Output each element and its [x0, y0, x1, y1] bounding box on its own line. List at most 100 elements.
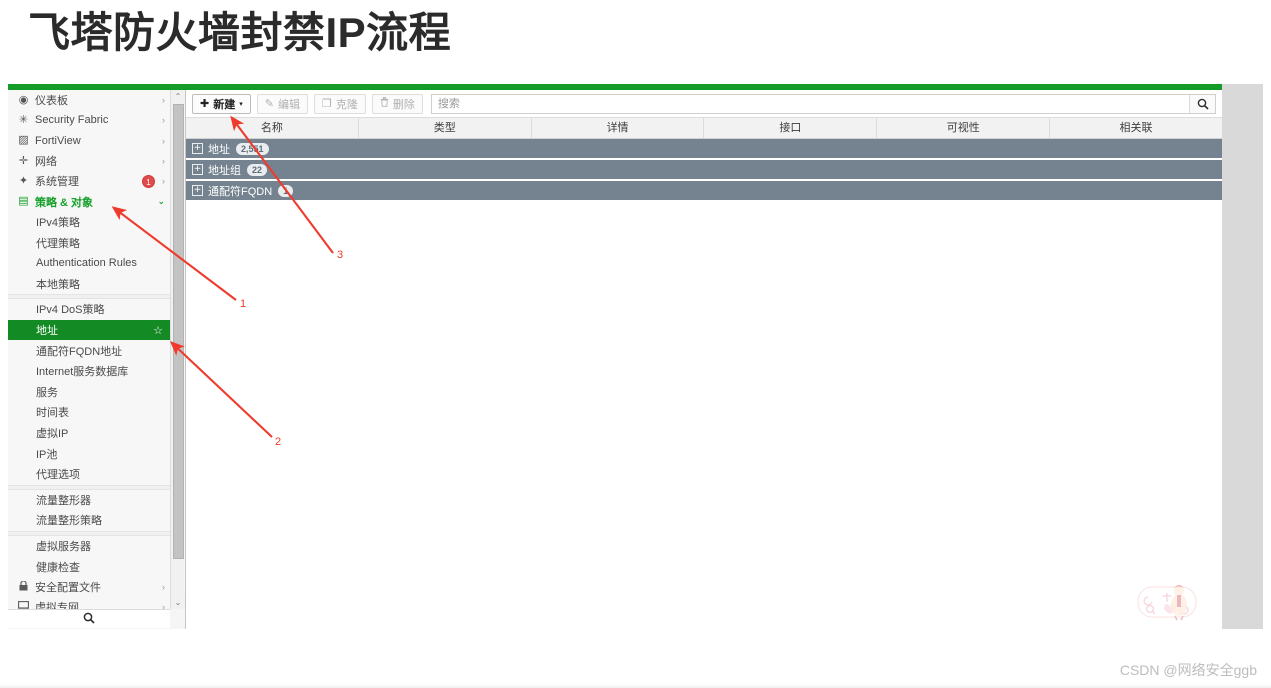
trash-icon-svg	[380, 97, 389, 107]
sidebar-item-authentication-rules[interactable]: Authentication Rules	[8, 252, 171, 274]
table-header-row: 名称 类型 详情 接口 可视性 相关联	[186, 118, 1222, 139]
sidebar-item-ipv4-dos-policy[interactable]: IPv4 DoS策略	[8, 299, 171, 320]
clone-icon: ❐	[321, 98, 332, 110]
column-header-details[interactable]: 详情	[532, 118, 705, 138]
scroll-up-icon[interactable]: ⌃	[171, 90, 185, 103]
expand-icon[interactable]: +	[192, 164, 203, 175]
sidebar-item-dashboard[interactable]: ◉ 仪表板 ›	[8, 90, 171, 111]
sidebar-item-label: 虚拟专网	[35, 602, 79, 609]
sidebar-item-label: 仪表板	[35, 95, 68, 108]
sidebar-item-schedule[interactable]: 时间表	[8, 402, 171, 423]
chevron-right-icon: ›	[162, 582, 165, 593]
star-icon[interactable]: ☆	[153, 324, 163, 337]
sidebar-item-security-fabric[interactable]: ✳ Security Fabric ›	[8, 110, 171, 131]
column-header-name[interactable]: 名称	[186, 118, 359, 138]
sidebar-item-local-policy[interactable]: 本地策略	[8, 273, 171, 295]
delete-button[interactable]: 删除	[371, 93, 423, 114]
sidebar-item-label: 虚拟服务器	[36, 540, 91, 553]
fortiview-icon: ▨	[18, 134, 29, 147]
table-row[interactable]: + 通配符FQDN 1	[186, 181, 1222, 202]
status-badge: 1	[142, 174, 155, 188]
page-bottom-edge	[0, 684, 1271, 688]
sidebar-item-security-profiles[interactable]: 安全配置文件 ›	[8, 576, 171, 598]
new-button-label: 新建	[213, 98, 236, 111]
sidebar-item-label: 地址	[36, 325, 58, 338]
sidebar-item-address[interactable]: 地址 ☆	[8, 319, 171, 341]
sidebar-item-internet-service-db[interactable]: Internet服务数据库	[8, 360, 171, 382]
scroll-down-icon[interactable]: ⌄	[171, 596, 185, 609]
sidebar-nav-scroll: ◉ 仪表板 › ✳ Security Fabric › ▨ FortiView …	[8, 90, 171, 609]
column-header-type[interactable]: 类型	[359, 118, 532, 138]
sidebar-item-label: 本地策略	[36, 278, 80, 291]
sidebar-item-ip-pool[interactable]: IP池	[8, 443, 171, 464]
csdn-watermark: CSDN @网络安全ggb	[1119, 662, 1257, 678]
table-row[interactable]: + 地址组 22	[186, 160, 1222, 181]
vpn-icon	[16, 601, 31, 609]
group-count-badge: 22	[247, 163, 268, 176]
sidebar-item-vpn[interactable]: 虚拟专网 ›	[8, 597, 171, 609]
chevron-down-icon: ⌄	[157, 196, 165, 207]
sidebar-item-label: 代理策略	[36, 237, 80, 250]
clone-button[interactable]: ❐ 克隆	[313, 93, 366, 114]
sidebar-item-ipv4-policy[interactable]: IPv4策略	[8, 211, 171, 233]
sidebar-search-button[interactable]	[8, 609, 170, 628]
sidebar-item-label: 系统管理	[35, 176, 79, 189]
sidebar-item-service[interactable]: 服务	[8, 381, 171, 403]
column-header-interface[interactable]: 接口	[704, 118, 878, 138]
scrollbar-thumb[interactable]	[173, 104, 184, 559]
sidebar-item-proxy-policy[interactable]: 代理策略	[8, 232, 171, 253]
trash-icon	[380, 97, 389, 110]
sidebar-item-network[interactable]: ✛ 网络 ›	[8, 150, 171, 172]
sidebar-item-system[interactable]: ✦ 系统管理 1 ›	[8, 171, 171, 192]
sidebar-item-traffic-shaper[interactable]: 流量整形器	[8, 489, 171, 511]
sidebar-item-proxy-options[interactable]: 代理选项	[8, 463, 171, 485]
group-label: 地址	[208, 143, 230, 156]
expand-icon[interactable]: +	[192, 143, 203, 154]
sidebar-item-label: IP池	[36, 448, 58, 461]
chevron-right-icon: ›	[162, 135, 165, 146]
column-header-visibility[interactable]: 可视性	[877, 118, 1051, 138]
toolbar: ✚ 新建 ▾ ✎ 编辑 ❐ 克隆 删除 搜索	[186, 90, 1222, 118]
sidebar-item-label: 安全配置文件	[35, 582, 101, 595]
policy-icon: ▤	[18, 195, 29, 208]
sidebar-item-wildcard-fqdn-address[interactable]: 通配符FQDN地址	[8, 340, 171, 361]
sidebar-item-policy-objects[interactable]: ▤ 策略 & 对象 ⌄	[8, 191, 171, 212]
sidebar-item-label: 通配符FQDN地址	[36, 345, 123, 358]
sidebar-item-label: 虚拟IP	[36, 428, 69, 441]
column-header-references[interactable]: 相关联	[1050, 118, 1222, 138]
sidebar-item-traffic-shaping-policy[interactable]: 流量整形策略	[8, 510, 171, 531]
group-count-badge: 1	[278, 184, 294, 197]
sidebar-item-label: 时间表	[36, 407, 69, 420]
sidebar-item-label: 网络	[35, 156, 57, 169]
sidebar-item-fortiview[interactable]: ▨ FortiView ›	[8, 130, 171, 151]
search-box[interactable]	[430, 93, 1216, 114]
gear-icon: ✦	[18, 174, 29, 187]
search-icon-svg	[1197, 98, 1209, 110]
search-icon	[83, 612, 95, 627]
sidebar-item-label: FortiView	[35, 134, 81, 147]
search-input[interactable]	[431, 94, 1189, 113]
fortigate-screenshot: ◉ 仪表板 › ✳ Security Fabric › ▨ FortiView …	[8, 84, 1263, 629]
sidebar-scrollbar[interactable]: ⌃ ⌄	[170, 90, 185, 609]
delete-button-label: 删除	[392, 98, 415, 111]
page-title: 飞塔防火墙封禁IP流程	[28, 9, 452, 56]
table-row[interactable]: + 地址 2,551	[186, 139, 1222, 160]
sidebar-item-virtual-ip[interactable]: 虚拟IP	[8, 422, 171, 444]
sidebar-item-label: 健康检查	[36, 561, 80, 574]
search-icon-svg	[83, 612, 95, 624]
sidebar-item-health-check[interactable]: 健康检查	[8, 556, 171, 577]
page-root: 飞塔防火墙封禁IP流程 ◉ 仪表板 › ✳ Security Fabric › …	[0, 0, 1271, 688]
chevron-right-icon: ›	[162, 156, 165, 167]
chevron-down-icon: ▾	[239, 100, 243, 108]
new-button[interactable]: ✚ 新建 ▾	[192, 93, 251, 114]
group-label: 通配符FQDN	[208, 185, 273, 198]
sidebar-item-virtual-server[interactable]: 虚拟服务器	[8, 535, 171, 557]
edit-button-label: 编辑	[277, 98, 300, 111]
address-table: 名称 类型 详情 接口 可视性 相关联 + 地址 2,551 + 地址组 22	[186, 118, 1222, 535]
chevron-right-icon: ›	[162, 95, 165, 106]
sidebar-item-label: Internet服务数据库	[36, 366, 129, 379]
expand-icon[interactable]: +	[192, 185, 203, 196]
chevron-right-icon: ›	[162, 602, 165, 609]
search-button[interactable]	[1189, 94, 1215, 113]
edit-button[interactable]: ✎ 编辑	[256, 93, 308, 114]
